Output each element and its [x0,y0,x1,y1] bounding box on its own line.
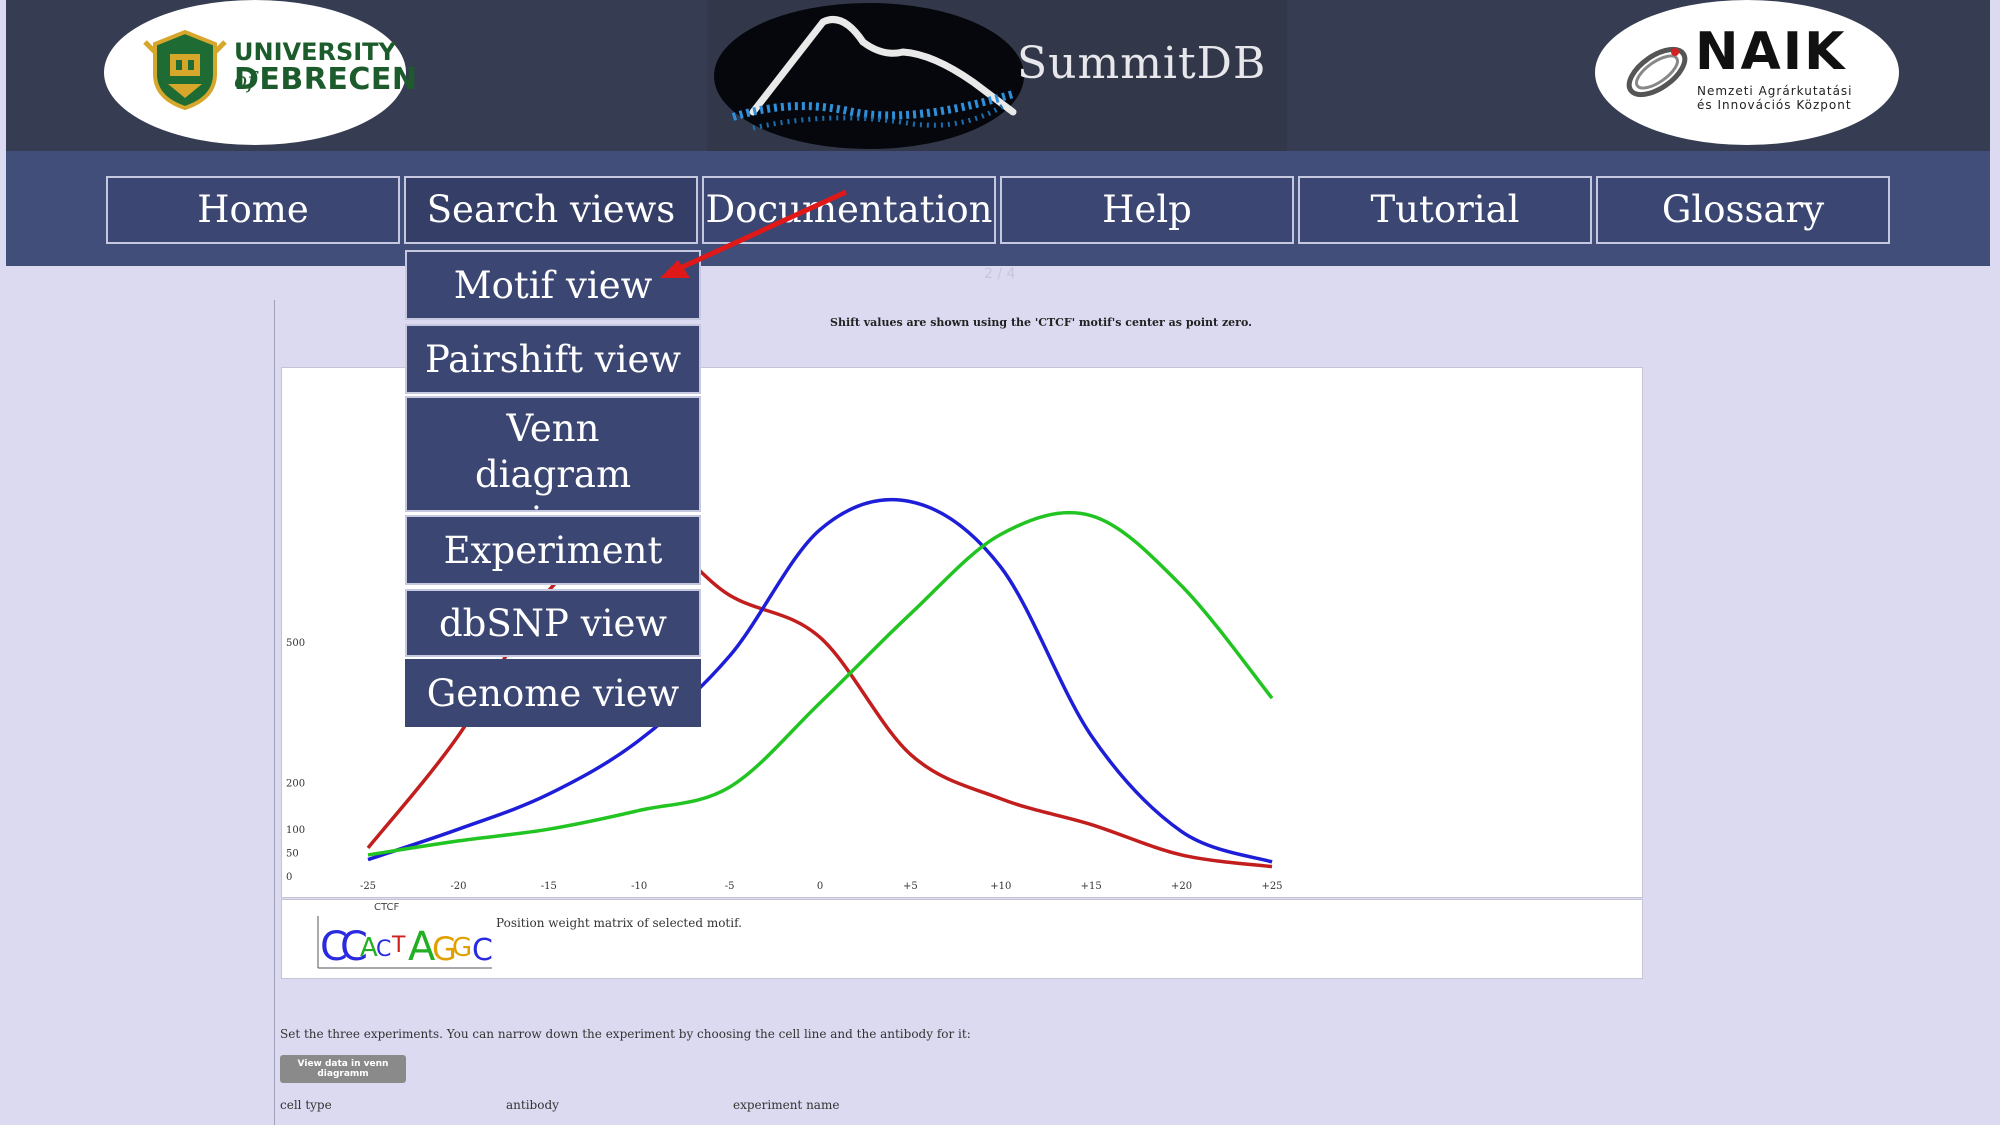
y-tick-label: 100 [286,825,305,836]
x-tick-label: -25 [360,881,376,892]
university-crest-icon [143,29,227,111]
y-tick-label: 500 [286,638,305,649]
y-tick-label: 200 [286,778,305,789]
x-tick-label: -10 [631,881,647,892]
y-tick-label: 0 [286,872,292,883]
page-counter: 2 / 4 [984,266,1016,282]
svg-text:G: G [452,933,472,963]
view-venn-button[interactable]: View data in venn diagramm [280,1055,406,1083]
menu-experiment-view[interactable]: Experiment view [405,515,701,640]
cell-type-label: cell type [280,1098,332,1112]
experiment-name-label: experiment name [733,1098,840,1112]
x-tick-label: +5 [903,881,918,892]
nav-search-views[interactable]: Search views [404,176,698,244]
x-tick-label: 0 [817,881,823,892]
summit-mountain-icon [714,3,1024,149]
svg-text:T: T [391,933,406,958]
experiment-instructions: Set the three experiments. You can narro… [280,1027,971,1041]
motif-logo-panel: CTCF C C A C T A G G C Position weight m… [281,899,1643,979]
site-header: UNIVERSITY of DEBRECEN SummitDB NAIK Nem… [6,0,1990,151]
nav-help[interactable]: Help [1000,176,1294,244]
antibody-label: antibody [506,1098,559,1112]
nav-documentation[interactable]: Documentation [702,176,996,244]
chart-note: Shift values are shown using the 'CTCF' … [830,316,1252,329]
x-tick-label: -20 [450,881,466,892]
university-of-debrecen-logo[interactable]: UNIVERSITY of DEBRECEN [104,0,417,145]
menu-dbsnp-view[interactable]: dbSNP view [405,589,701,657]
x-tick-label: -5 [725,881,735,892]
x-tick-label: -15 [541,881,557,892]
nav-tutorial[interactable]: Tutorial [1298,176,1592,244]
x-tick-label: +20 [1171,881,1192,892]
svg-text:C: C [376,937,391,962]
naik-subtitle-line2: és Innovációs Központ [1697,98,1852,112]
motif-sequence-logo: C C A C T A G G C [317,916,493,970]
menu-pairshift-view[interactable]: Pairshift view [405,324,701,394]
naik-logo[interactable]: NAIK Nemzeti Agrárkutatási és Innovációs… [1595,0,1899,145]
menu-genome-view[interactable]: Genome view [405,659,701,727]
nav-home[interactable]: Home [106,176,400,244]
nav-glossary[interactable]: Glossary [1596,176,1890,244]
x-tick-label: +10 [990,881,1011,892]
naik-swirl-icon [1626,46,1688,98]
summitdb-banner[interactable]: SummitDB [707,0,1287,151]
naik-subtitle-line1: Nemzeti Agrárkutatási [1697,84,1853,98]
svg-text:C: C [472,933,493,968]
site-title: SummitDB [1017,38,1267,89]
logo-debrecen-text: DEBRECEN [234,62,418,97]
menu-motif-view[interactable]: Motif view [405,250,701,320]
menu-venn-diagram-view[interactable]: Venn diagram view [405,396,701,542]
y-tick-label: 50 [286,849,299,860]
pwm-caption: Position weight matrix of selected motif… [496,916,742,930]
naik-title: NAIK [1695,22,1847,82]
x-tick-label: +15 [1081,881,1102,892]
x-tick-label: +25 [1261,881,1282,892]
